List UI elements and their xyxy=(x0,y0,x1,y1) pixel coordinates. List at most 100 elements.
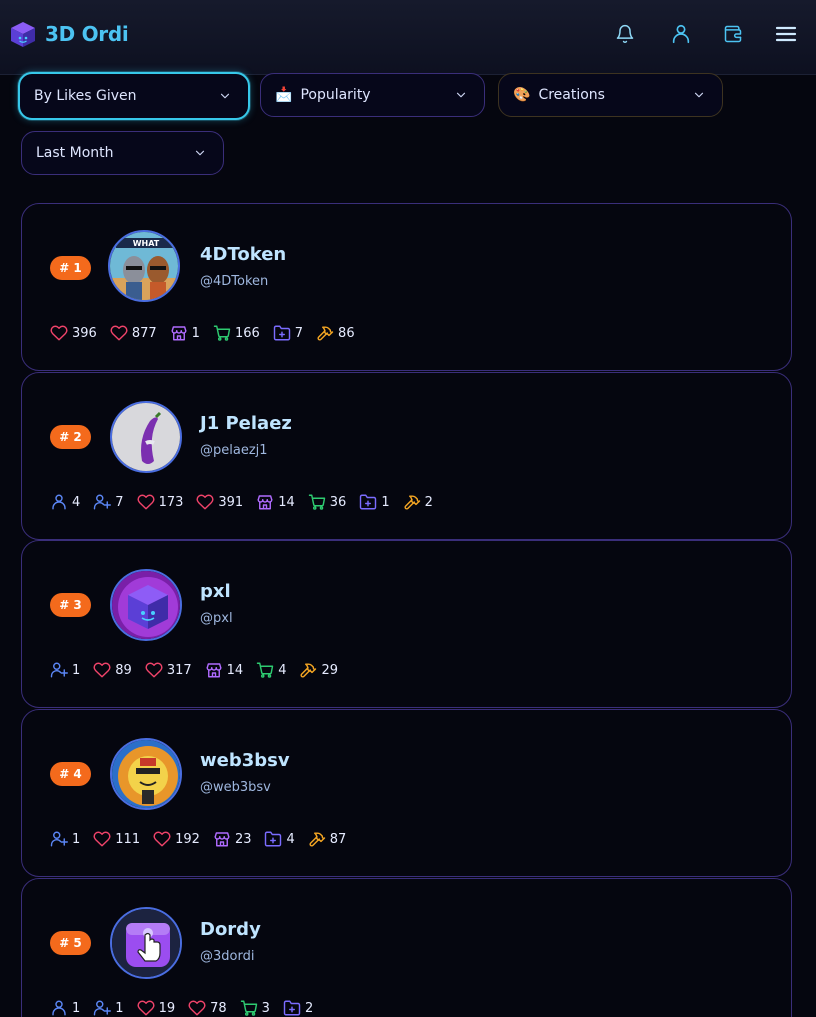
heart-icon xyxy=(93,661,115,679)
stat-item: 4 xyxy=(50,493,80,511)
stat-item: 86 xyxy=(316,324,355,342)
heart-icon xyxy=(93,830,115,848)
stat-item: 23 xyxy=(213,830,252,848)
leaderboard-card[interactable]: # 4 web3bsv @web3bsv 1 111 192 23 4 87 xyxy=(21,709,792,877)
stat-value: 4 xyxy=(278,662,287,678)
stat-item: 396 xyxy=(50,324,97,342)
palette-icon: 🎨 xyxy=(513,87,531,103)
leaderboard-card[interactable]: # 3 pxl @pxl 1 89 317 14 4 29 xyxy=(21,540,792,708)
stat-item: 391 xyxy=(196,493,243,511)
store-icon xyxy=(213,830,235,848)
stat-value: 173 xyxy=(158,494,184,510)
chevron-down-icon xyxy=(220,93,230,99)
rank-badge: # 2 xyxy=(50,425,91,449)
avatar[interactable] xyxy=(110,907,182,979)
stats-row: 1 111 192 23 4 87 xyxy=(50,829,359,849)
user-icon xyxy=(50,999,72,1017)
stat-value: 23 xyxy=(234,831,252,847)
stat-value: 1 xyxy=(72,1000,81,1016)
rank-badge: # 4 xyxy=(50,762,91,786)
type-value: Creations xyxy=(538,87,605,103)
creator-name[interactable]: 4DToken xyxy=(200,244,286,265)
svg-text:WHAT: WHAT xyxy=(133,239,160,248)
leaderboard-card[interactable]: # 1 WHAT 4DToken @4DToken 396 877 1 166 7 86 xyxy=(21,203,792,371)
hammer-icon xyxy=(308,830,330,848)
app-logo[interactable]: 3D Ordi xyxy=(9,20,129,48)
creator-name[interactable]: Dordy xyxy=(200,919,261,940)
stats-row: 396 877 1 166 7 86 xyxy=(50,323,368,343)
stat-item: 36 xyxy=(308,493,346,511)
creator-name[interactable]: J1 Pelaez xyxy=(200,413,292,434)
user-icon xyxy=(50,493,72,511)
creator-name[interactable]: web3bsv xyxy=(200,750,290,771)
cart-icon xyxy=(308,493,330,511)
stat-value: 87 xyxy=(329,831,347,847)
store-icon xyxy=(256,493,278,511)
stat-item: 87 xyxy=(308,830,347,848)
creator-handle: @web3bsv xyxy=(200,780,271,795)
stat-value: 7 xyxy=(294,325,304,341)
stat-value: 4 xyxy=(72,494,81,510)
store-icon xyxy=(170,324,192,342)
stat-value: 1 xyxy=(115,1000,124,1016)
period-value: Last Month xyxy=(36,145,114,161)
stat-value: 3 xyxy=(261,1000,270,1016)
heart-icon xyxy=(137,999,159,1017)
wallet-icon[interactable] xyxy=(720,21,746,47)
folder-plus-icon xyxy=(283,999,305,1017)
stat-value: 317 xyxy=(166,662,192,678)
cart-icon xyxy=(256,661,278,679)
store-icon xyxy=(205,661,227,679)
rank-badge: # 1 xyxy=(50,256,91,280)
menu-icon[interactable] xyxy=(773,21,799,47)
stat-item: 192 xyxy=(153,830,200,848)
heart-icon xyxy=(196,493,218,511)
leaderboard-card[interactable]: # 5 Dordy @3dordi 1 1 19 78 3 2 xyxy=(21,878,792,1017)
stat-item: 317 xyxy=(145,661,192,679)
stat-value: 14 xyxy=(278,494,295,510)
stat-item: 19 xyxy=(137,999,175,1017)
sort-by-dropdown[interactable]: By Likes Given xyxy=(18,72,250,120)
stats-row: 1 1 19 78 3 2 xyxy=(50,998,326,1017)
user-icon[interactable] xyxy=(668,21,694,47)
creator-handle: @4DToken xyxy=(200,274,269,289)
stat-value: 89 xyxy=(115,662,132,678)
heart-icon xyxy=(110,324,132,342)
hammer-icon xyxy=(316,324,338,342)
stat-item: 89 xyxy=(93,661,132,679)
stat-value: 29 xyxy=(321,662,339,678)
cart-icon xyxy=(240,999,262,1017)
rank-badge: # 5 xyxy=(50,931,91,955)
stat-item: 4 xyxy=(256,661,286,679)
category-dropdown[interactable]: 📩 Popularity xyxy=(260,73,485,117)
folder-plus-icon xyxy=(359,493,381,511)
top-bar: 3D Ordi xyxy=(0,0,816,75)
stat-value: 78 xyxy=(210,1000,227,1016)
app-title: 3D Ordi xyxy=(45,22,129,46)
stat-item: 14 xyxy=(256,493,295,511)
bell-icon[interactable] xyxy=(612,21,638,47)
stat-item: 166 xyxy=(213,324,260,342)
category-value: Popularity xyxy=(300,87,371,103)
period-dropdown[interactable]: Last Month xyxy=(21,131,224,175)
type-dropdown[interactable]: 🎨 Creations xyxy=(498,73,723,117)
stat-item: 78 xyxy=(188,999,227,1017)
heart-icon xyxy=(50,324,72,342)
chevron-down-icon xyxy=(195,150,205,156)
user-plus-icon xyxy=(93,493,115,511)
leaderboard-card[interactable]: # 2 J1 Pelaez @pelaezj1 4 7 173 391 14 36 1 2 xyxy=(21,372,792,540)
stat-value: 111 xyxy=(115,831,141,847)
stat-item: 1 xyxy=(170,324,200,342)
creator-handle: @pxl xyxy=(200,611,233,626)
stat-value: 1 xyxy=(381,494,390,510)
avatar[interactable] xyxy=(110,401,182,473)
avatar[interactable] xyxy=(110,569,182,641)
stat-item: 14 xyxy=(205,661,243,679)
hammer-icon xyxy=(403,493,425,511)
creator-name[interactable]: pxl xyxy=(200,581,231,602)
avatar[interactable] xyxy=(110,738,182,810)
stat-item: 2 xyxy=(283,999,313,1017)
stat-value: 396 xyxy=(72,325,97,341)
avatar[interactable]: WHAT xyxy=(108,230,180,302)
stat-item: 1 xyxy=(50,661,80,679)
